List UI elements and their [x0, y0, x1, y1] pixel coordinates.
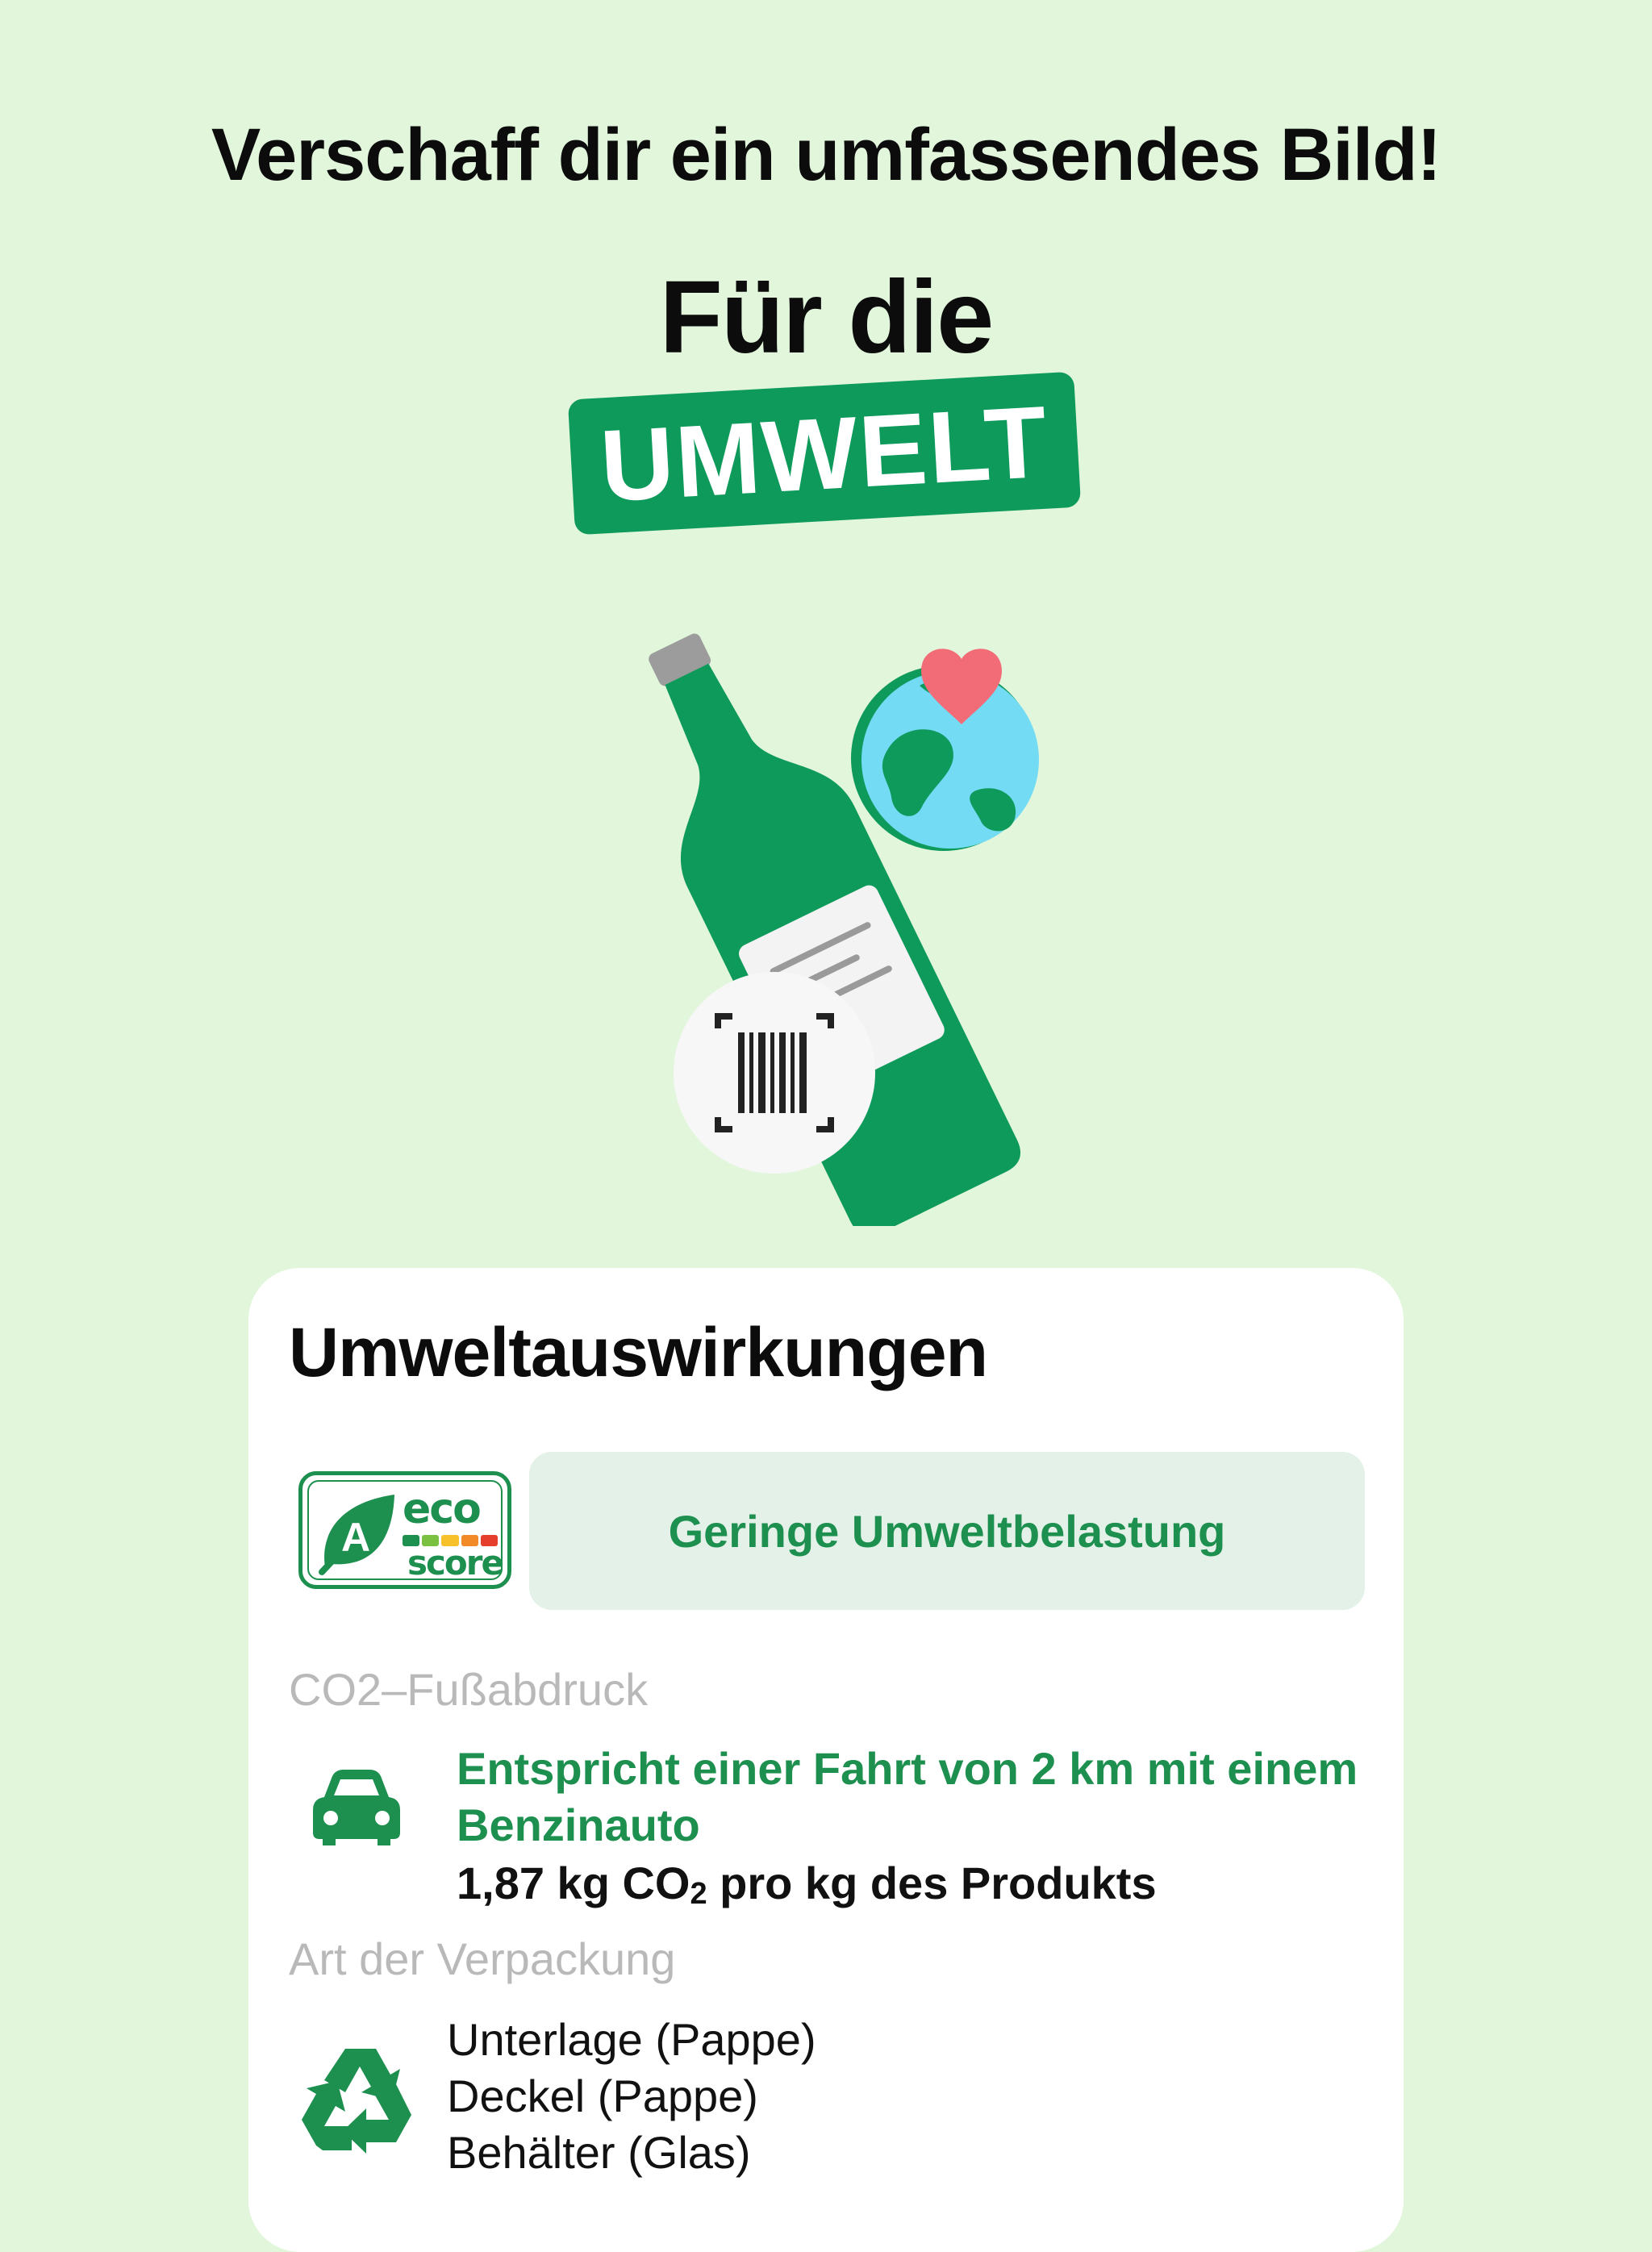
rating-label: Geringe Umweltbelastung: [668, 1505, 1226, 1557]
recycle-icon: [302, 2049, 411, 2154]
eco-score-badge: A eco score: [298, 1471, 511, 1589]
co2-section-label: CO2–Fußabdruck: [289, 1664, 649, 1715]
packaging-item: Behälter (Glas): [447, 2127, 751, 2178]
environment-card: Umweltauswirkungen A eco score Geringe U…: [248, 1268, 1404, 2252]
eco-score-grade: A: [341, 1515, 370, 1560]
rating-pill: Geringe Umweltbelastung: [529, 1452, 1365, 1610]
packaging-section-label: Art der Verpackung: [289, 1933, 676, 1984]
headline: Für die: [659, 260, 995, 375]
packaging-list: Unterlage (Pappe) Deckel (Pappe) Behälte…: [447, 2012, 816, 2181]
packaging-item: Deckel (Pappe): [447, 2071, 758, 2121]
umwelt-badge-label: UMWELT: [597, 384, 1052, 523]
barcode-scan-icon: [674, 972, 875, 1174]
umwelt-badge: UMWELT: [567, 371, 1082, 536]
bottle-illustration: [649, 633, 1039, 1226]
tagline: Verschaff dir ein umfassendes Bild!: [211, 114, 1441, 196]
leaf-icon: A: [319, 1495, 394, 1575]
co2-equivalent: Entspricht einer Fahrt von 2 km mit eine…: [457, 1743, 1358, 1850]
card-title: Umweltauswirkungen: [289, 1314, 988, 1391]
eco-word: eco: [403, 1485, 482, 1533]
co2-value: 1,87 kg CO2 pro kg des Produkts: [457, 1858, 1157, 1911]
score-word: score: [407, 1543, 504, 1583]
car-icon: [313, 1770, 400, 1845]
packaging-item: Unterlage (Pappe): [447, 2014, 816, 2065]
